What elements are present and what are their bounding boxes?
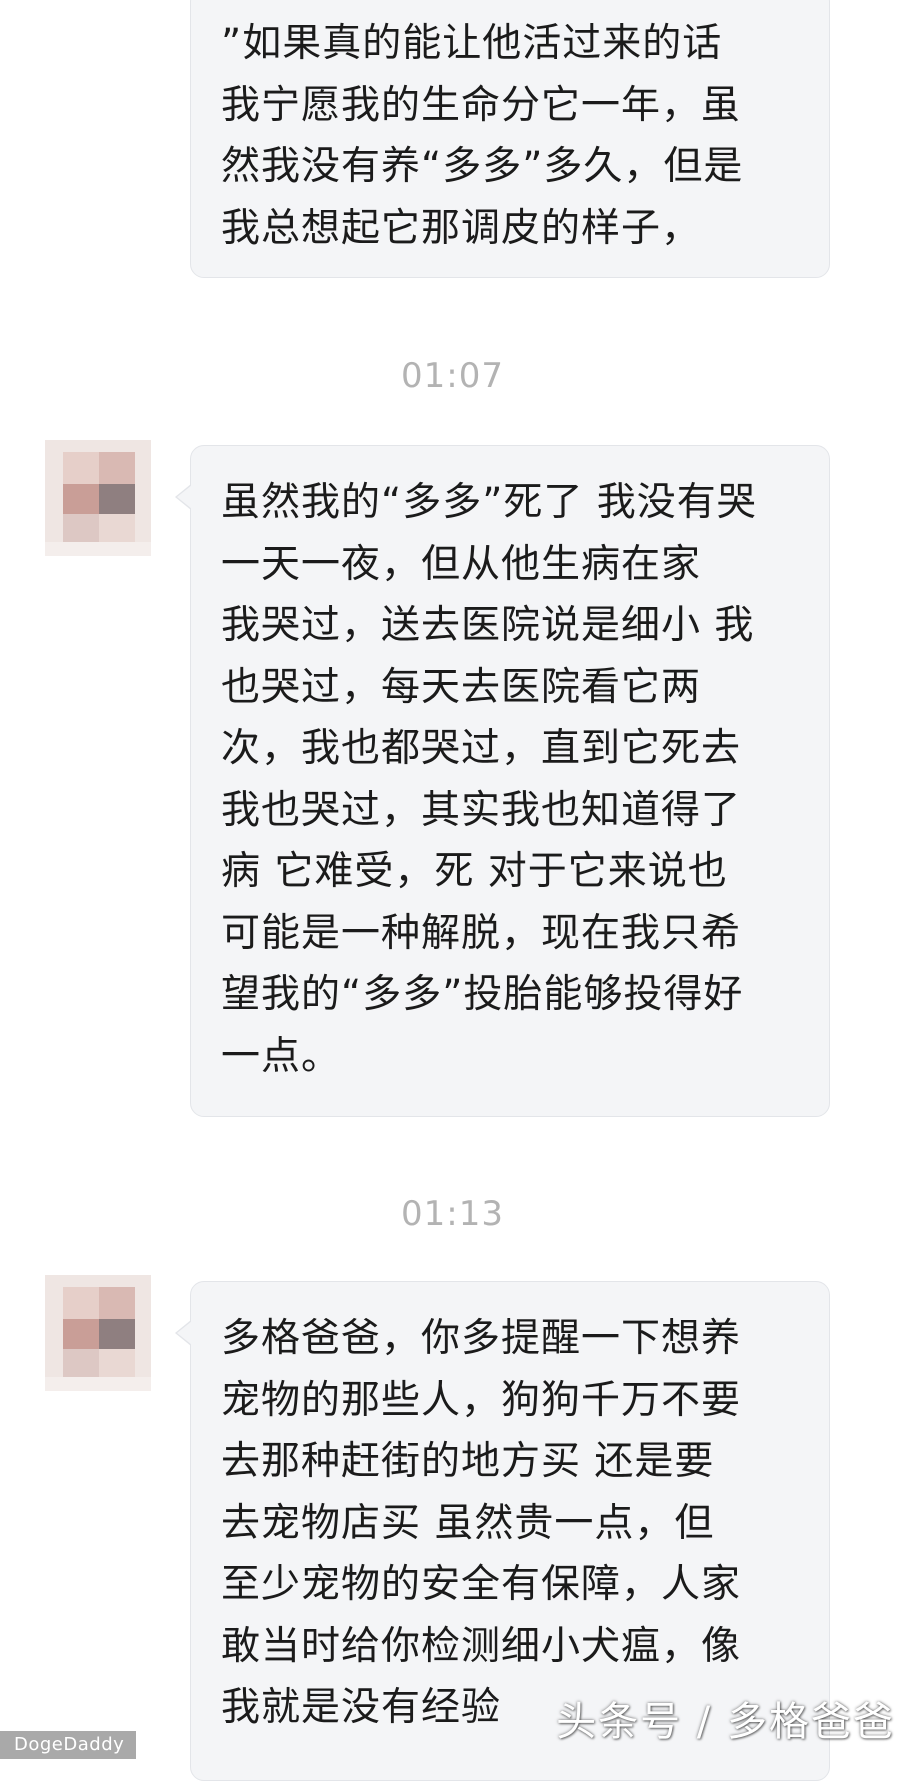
message-timestamp: 01:07 [401, 356, 504, 396]
message-timestamp: 01:13 [401, 1194, 504, 1234]
message-bubble[interactable]: ”如果真的能让他活过来的话 我宁愿我的生命分它一年，虽 然我没有养“多多”多久，… [190, 0, 830, 278]
avatar[interactable] [45, 1275, 151, 1391]
message-text: ”如果真的能让他活过来的话 我宁愿我的生命分它一年，虽 然我没有养“多多”多久，… [221, 21, 744, 251]
chat-thread: ”如果真的能让他活过来的话 我宁愿我的生命分它一年，虽 然我没有养“多多”多久，… [0, 0, 905, 1781]
avatar[interactable] [45, 440, 151, 556]
message-text: 多格爸爸，你多提醒一下想养 宠物的那些人，狗狗千万不要 去那种赶街的地方买 还是… [221, 1316, 742, 1730]
watermark-toutiao: 头条号 / 多格爸爸 [556, 1699, 895, 1745]
message-text: 虽然我的“多多”死了 我没有哭 一天一夜，但从他生病在家 我哭过，送去医院说是细… [221, 480, 757, 1079]
message-bubble[interactable]: 虽然我的“多多”死了 我没有哭 一天一夜，但从他生病在家 我哭过，送去医院说是细… [175, 445, 830, 1117]
watermark-dogedaddy: DogeDaddy [0, 1731, 137, 1759]
